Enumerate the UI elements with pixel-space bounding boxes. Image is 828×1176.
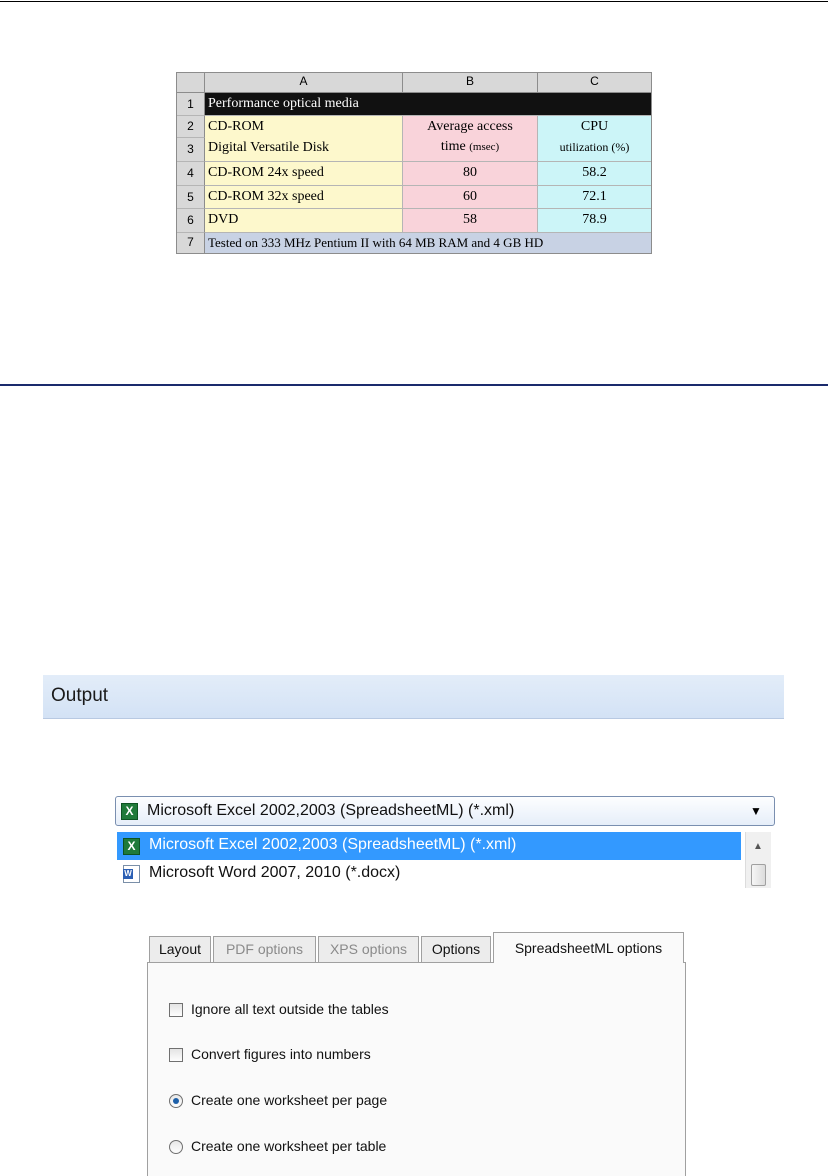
tab-strip: Layout PDF options XPS options Options S… xyxy=(147,932,686,963)
c-header-line-1: CPU xyxy=(580,119,609,134)
corner-cell xyxy=(177,73,205,93)
radio-label: Create one worksheet per page xyxy=(191,1092,388,1108)
row-header: 7 xyxy=(177,233,205,253)
cell-access: 60 xyxy=(403,186,538,209)
excel-icon: X xyxy=(121,803,138,820)
sheet-footer-cell: Tested on 333 MHz Pentium II with 64 MB … xyxy=(205,233,651,253)
row-header: 6 xyxy=(177,209,205,233)
b-header-unit: (msec) xyxy=(469,141,500,153)
cell-access: 80 xyxy=(403,162,538,186)
word-icon-badge: W xyxy=(123,869,133,879)
b-header-line-2: time (msec) xyxy=(403,137,537,157)
section-divider xyxy=(0,384,828,386)
output-header: Output xyxy=(43,675,784,719)
b-header-time: time xyxy=(440,139,470,154)
chevron-down-icon[interactable]: ▼ xyxy=(750,804,762,818)
tab-pdf-options[interactable]: PDF options xyxy=(213,936,316,962)
cell-c-header: CPU utilization (%) xyxy=(538,116,651,162)
spreadsheet-table: A B C 1 2 3 4 5 6 7 Performance optical … xyxy=(176,72,652,254)
sheet-title-cell: Performance optical media xyxy=(205,93,651,116)
list-item-word-label-row[interactable]: W Microsoft Word 2007, 2010 (*.docx) xyxy=(117,860,741,888)
list-item-label: Microsoft Excel 2002,2003 (SpreadsheetML… xyxy=(149,836,517,853)
tab-xps-options[interactable]: XPS options xyxy=(318,936,419,962)
radio-label: Create one worksheet per table xyxy=(191,1138,387,1154)
tab-spreadsheetml-options[interactable]: SpreadsheetML options xyxy=(493,932,684,963)
cell-a3: Digital Versatile Disk xyxy=(205,138,403,162)
output-title: Output xyxy=(51,685,109,706)
row-header: 1 xyxy=(177,93,205,116)
checkbox-label: Convert figures into numbers xyxy=(191,1046,371,1062)
cell-name: CD-ROM 32x speed xyxy=(205,186,403,209)
cell-cpu: 72.1 xyxy=(538,186,651,209)
cell-name: CD-ROM 24x speed xyxy=(205,162,403,186)
column-header-a: A xyxy=(205,73,403,93)
cell-cpu: 58.2 xyxy=(538,162,651,186)
column-header-c: C xyxy=(538,73,651,93)
row-header: 4 xyxy=(177,162,205,186)
row-header: 3 xyxy=(177,138,205,162)
scroll-thumb[interactable] xyxy=(751,864,766,886)
column-header-b: B xyxy=(403,73,538,93)
checkbox[interactable] xyxy=(169,1048,183,1062)
listbox-scrollbar[interactable]: ▲ xyxy=(745,832,771,888)
cell-name: DVD xyxy=(205,209,403,233)
cell-b-header: Average access time (msec) xyxy=(403,116,538,162)
format-dropdown-list: X Microsoft Excel 2002,2003 (Spreadsheet… xyxy=(117,832,773,860)
tab-options[interactable]: Options xyxy=(421,936,491,962)
radio-dot xyxy=(173,1098,179,1104)
checkbox[interactable] xyxy=(169,1003,183,1017)
output-panel: Output X Microsoft Excel 2002,2003 (Spre… xyxy=(43,675,785,843)
cell-a2: CD-ROM xyxy=(205,116,403,138)
top-divider xyxy=(0,1,828,2)
cell-cpu: 78.9 xyxy=(538,209,651,233)
row-header: 2 xyxy=(177,116,205,138)
row-header: 5 xyxy=(177,186,205,209)
tab-layout[interactable]: Layout xyxy=(149,936,211,962)
b-header-line-1: Average access xyxy=(427,119,513,134)
list-item-label: Microsoft Word 2007, 2010 (*.docx) xyxy=(149,864,401,881)
format-combobox[interactable]: X Microsoft Excel 2002,2003 (Spreadsheet… xyxy=(115,796,775,826)
list-item-excel[interactable]: X Microsoft Excel 2002,2003 (Spreadsheet… xyxy=(117,832,741,860)
tab-panel: Ignore all text outside the tables Conve… xyxy=(147,962,686,1176)
excel-icon: X xyxy=(123,838,140,855)
word-icon: W xyxy=(123,865,140,883)
checkbox-label: Ignore all text outside the tables xyxy=(191,1001,389,1017)
radio-button[interactable] xyxy=(169,1140,183,1154)
format-combobox-value: Microsoft Excel 2002,2003 (SpreadsheetML… xyxy=(147,802,515,819)
cell-access: 58 xyxy=(403,209,538,233)
c-header-line-2: utilization (%) xyxy=(559,140,630,154)
scroll-up-icon[interactable]: ▲ xyxy=(753,841,763,852)
radio-button-selected[interactable] xyxy=(169,1094,183,1108)
options-dialog: Layout PDF options XPS options Options S… xyxy=(147,932,686,1176)
